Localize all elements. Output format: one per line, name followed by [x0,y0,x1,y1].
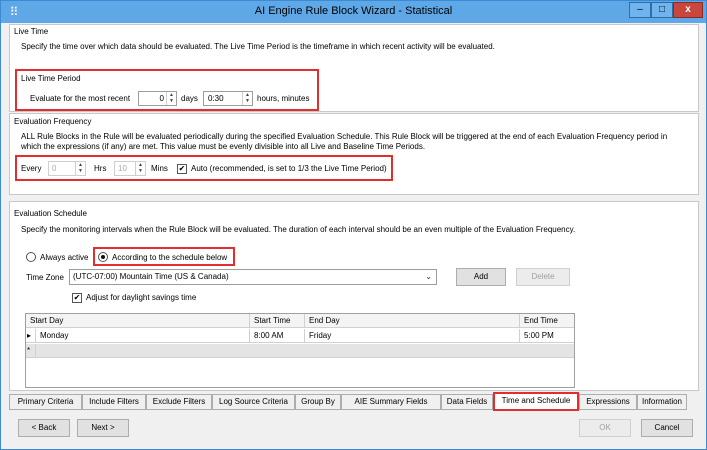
every-label: Every [21,164,42,173]
hrs-stepper[interactable]: 0 ▲ ▼ [48,161,86,176]
minimize-button[interactable]: – [629,2,651,18]
grid-header-start-time[interactable]: Start Time [250,314,305,328]
evaluation-schedule-heading: Evaluation Schedule [14,209,87,218]
hrs-value: 0 [52,164,57,173]
cell-end-day[interactable]: Friday [305,329,520,343]
tab-aie-summary-fields[interactable]: AIE Summary Fields [341,394,441,410]
delete-button[interactable]: Delete [516,268,570,286]
chevron-down-icon[interactable]: ⌄ [425,270,432,284]
evaluation-frequency-section [9,113,699,195]
auto-checkbox[interactable]: ✔ [177,164,187,174]
hrs-label: Hrs [94,164,107,173]
maximize-button[interactable]: □ [651,2,673,18]
always-active-radio[interactable] [26,252,36,262]
window-title: AI Engine Rule Block Wizard - Statistica… [254,5,453,17]
time-zone-value: (UTC-07:00) Mountain Time (US & Canada) [73,272,229,281]
spin-arrows-icon[interactable]: ▲ ▼ [135,162,145,175]
tab-group-by[interactable]: Group By [295,394,341,410]
next-button[interactable]: Next > [77,419,129,437]
add-button[interactable]: Add [456,268,506,286]
live-time-heading: Live Time [14,27,49,36]
time-zone-select[interactable]: (UTC-07:00) Mountain Time (US & Canada) … [69,269,437,285]
evaluation-frequency-description-1: ALL Rule Blocks in the Rule will be eval… [21,132,668,141]
spin-arrows-icon[interactable]: ▲ ▼ [166,92,176,105]
evaluate-label: Evaluate for the most recent [30,94,131,103]
according-to-schedule-label: According to the schedule below [112,253,228,262]
grid-header-start-day[interactable]: Start Day [26,314,250,328]
new-row[interactable]: * [26,344,574,358]
spin-arrows-icon[interactable]: ▲ ▼ [75,162,85,175]
tab-data-fields[interactable]: Data Fields [441,394,493,410]
tab-strip: Primary Criteria Include Filters Exclude… [9,392,699,411]
cancel-button[interactable]: Cancel [641,419,693,437]
cell-start-time[interactable]: 8:00 AM [250,329,305,343]
time-unit-label: hours, minutes [257,94,310,103]
grid-header-end-day[interactable]: End Day [305,314,520,328]
mins-value: 10 [118,164,127,173]
auto-label: Auto (recommended, is set to 1/3 the Liv… [191,164,387,173]
new-row-icon: * [26,344,36,358]
dst-checkbox[interactable]: ✔ [72,293,82,303]
tab-exclude-filters[interactable]: Exclude Filters [146,394,212,410]
schedule-grid: Start Day Start Time End Day End Time ▸ … [25,313,575,388]
evaluation-frequency-description-2: which the expressions (if any) are met. … [21,142,426,151]
table-row[interactable]: ▸ Monday 8:00 AM Friday 5:00 PM [26,329,574,343]
close-button[interactable]: x [673,2,703,18]
tab-time-and-schedule[interactable]: Time and Schedule [493,392,579,411]
evaluation-schedule-description: Specify the monitoring intervals when th… [21,225,576,234]
back-button[interactable]: < Back [18,419,70,437]
live-time-description: Specify the time over which data should … [21,42,495,51]
dst-label: Adjust for daylight savings time [86,293,197,302]
time-value: 0:30 [208,94,224,103]
days-label: days [181,94,198,103]
time-zone-label: Time Zone [26,273,64,282]
tab-expressions[interactable]: Expressions [579,394,637,410]
evaluation-frequency-heading: Evaluation Frequency [14,117,92,126]
days-value: 0 [159,94,164,103]
cell-end-time[interactable]: 5:00 PM [520,329,574,343]
according-to-schedule-radio[interactable] [98,252,108,262]
wizard-window: ⠿ AI Engine Rule Block Wizard - Statisti… [0,0,707,450]
cell-start-day[interactable]: Monday [36,329,250,343]
tab-primary-criteria[interactable]: Primary Criteria [9,394,82,410]
mins-stepper[interactable]: 10 ▲ ▼ [114,161,146,176]
ok-button[interactable]: OK [579,419,631,437]
title-bar: ⠿ AI Engine Rule Block Wizard - Statisti… [1,1,706,23]
spin-arrows-icon[interactable]: ▲ ▼ [242,92,252,105]
days-stepper[interactable]: 0 ▲ ▼ [138,91,177,106]
grid-header-end-time[interactable]: End Time [520,314,574,328]
always-active-label: Always active [40,253,89,262]
time-stepper[interactable]: 0:30 ▲ ▼ [203,91,253,106]
mins-label: Mins [151,164,168,173]
tab-information[interactable]: Information [637,394,687,410]
tab-include-filters[interactable]: Include Filters [82,394,146,410]
live-time-period-heading: Live Time Period [21,74,81,83]
tab-log-source-criteria[interactable]: Log Source Criteria [212,394,295,410]
current-row-icon: ▸ [26,329,36,343]
grid-header-row: Start Day Start Time End Day End Time [26,314,574,328]
